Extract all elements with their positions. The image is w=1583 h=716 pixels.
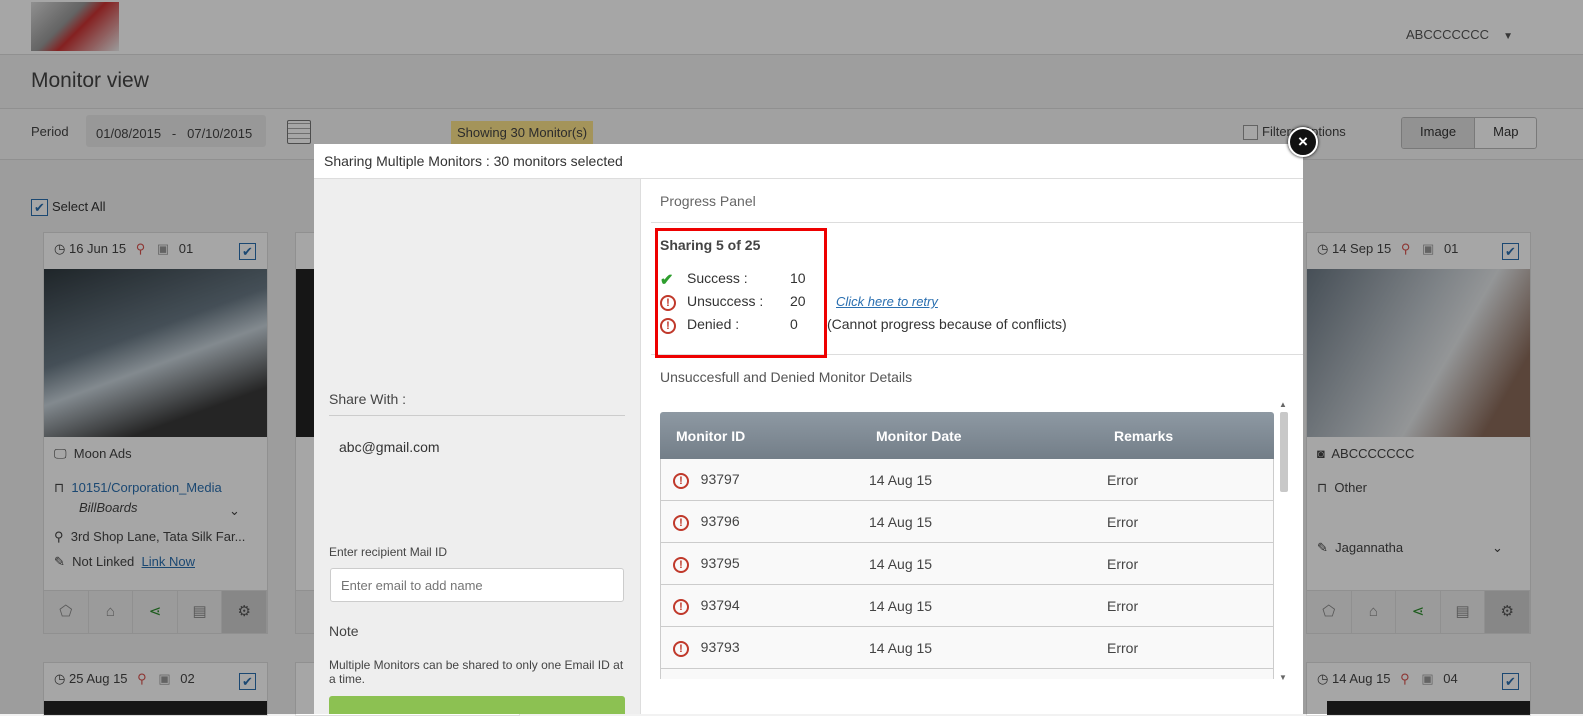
progress-highlight	[655, 228, 827, 358]
column-header[interactable]: Monitor Date	[876, 428, 1114, 444]
remark: Error	[1107, 639, 1139, 656]
error-icon: !	[673, 640, 689, 657]
monitor-date: 14 Aug 15	[869, 555, 933, 572]
remark: Error	[1107, 471, 1139, 488]
remark: Error	[1107, 555, 1139, 572]
scroll-down-icon[interactable]: ▼	[1279, 673, 1287, 682]
share-modal: Sharing Multiple Monitors : 30 monitors …	[314, 144, 1303, 714]
share-with-label: Share With :	[329, 391, 407, 407]
close-icon[interactable]: ×	[1288, 127, 1318, 157]
modal-header: Sharing Multiple Monitors : 30 monitors …	[314, 144, 1303, 179]
table-row[interactable]: ! 93797 14 Aug 15 Error	[660, 459, 1274, 501]
remark: Error	[1107, 597, 1139, 614]
share-button[interactable]	[329, 696, 625, 714]
table-header: Monitor ID Monitor Date Remarks	[660, 412, 1274, 459]
monitor-id: 93793	[700, 638, 740, 655]
modal-title: Sharing Multiple Monitors : 30 monitors …	[324, 153, 623, 169]
table-row[interactable]: ! 93793 14 Aug 15 Error	[660, 627, 1274, 669]
share-form-pane: Share With : abc@gmail.com Enter recipie…	[314, 179, 641, 714]
share-with-email[interactable]: abc@gmail.com	[339, 439, 440, 455]
table-row[interactable]: ! 93795 14 Aug 15 Error	[660, 543, 1274, 585]
recipient-label: Enter recipient Mail ID	[329, 545, 448, 559]
retry-link[interactable]: Click here to retry	[836, 294, 938, 309]
note-text: Multiple Monitors can be shared to only …	[329, 658, 624, 686]
monitor-id: 93796	[700, 512, 740, 529]
recipient-email-input[interactable]	[330, 568, 624, 602]
remark: Error	[1107, 513, 1139, 530]
table-row[interactable]: ! 93794 14 Aug 15 Error	[660, 585, 1274, 627]
error-icon: !	[673, 472, 689, 489]
table-row[interactable]	[660, 669, 1274, 679]
details-table: Monitor ID Monitor Date Remarks ! 93797 …	[660, 412, 1274, 679]
divider	[329, 415, 625, 416]
details-title: Unsuccesfull and Denied Monitor Details	[660, 369, 913, 385]
scroll-up-icon[interactable]: ▲	[1279, 400, 1287, 409]
error-icon: !	[673, 598, 689, 615]
note-title: Note	[329, 623, 359, 639]
monitor-id: 93794	[700, 596, 740, 613]
denied-note: (Cannot progress because of conflicts)	[827, 316, 1067, 332]
scroll-thumb[interactable]	[1280, 412, 1288, 492]
table-row[interactable]: ! 93796 14 Aug 15 Error	[660, 501, 1274, 543]
column-header[interactable]: Monitor ID	[660, 428, 876, 444]
divider	[651, 222, 1303, 223]
monitor-date: 14 Aug 15	[869, 513, 933, 530]
error-icon: !	[673, 514, 689, 531]
monitor-id: 93795	[700, 554, 740, 571]
error-icon: !	[673, 556, 689, 573]
monitor-id: 93797	[700, 470, 740, 487]
monitor-date: 14 Aug 15	[869, 639, 933, 656]
monitor-date: 14 Aug 15	[869, 471, 933, 488]
progress-panel-title: Progress Panel	[660, 193, 756, 209]
column-header[interactable]: Remarks	[1114, 428, 1274, 444]
monitor-date: 14 Aug 15	[869, 597, 933, 614]
